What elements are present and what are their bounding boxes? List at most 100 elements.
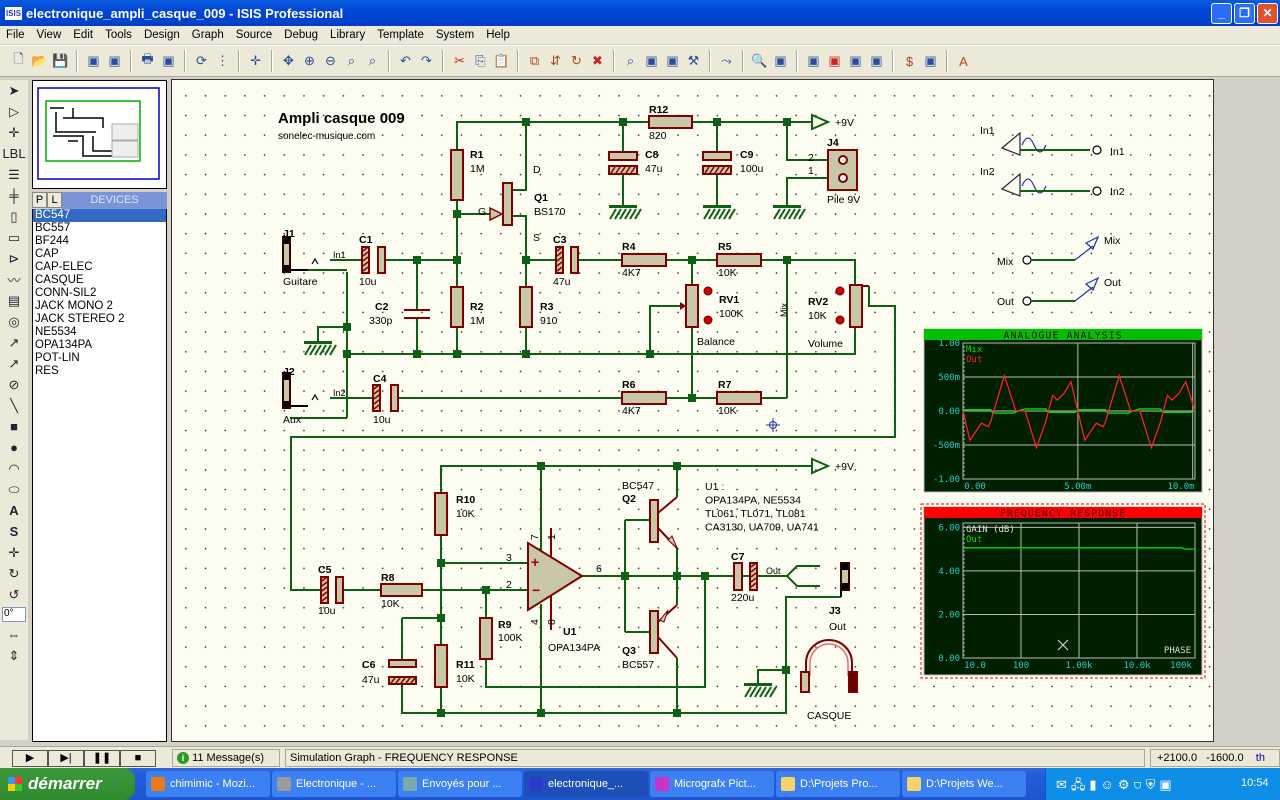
search-tag-icon[interactable]: 🔍 <box>750 52 769 71</box>
junction-dot[interactable] <box>783 118 791 126</box>
c6-plate[interactable] <box>388 659 417 668</box>
stop-button[interactable]: ■ <box>120 750 156 767</box>
remove-sheet-icon[interactable]: ▣ <box>825 52 844 71</box>
resistor-r8[interactable] <box>380 583 423 597</box>
resistor-r12[interactable] <box>648 115 693 129</box>
c7-plate[interactable] <box>733 562 743 591</box>
pick-device-icon[interactable]: ⌕ <box>621 52 640 71</box>
junction-dot[interactable] <box>673 462 681 470</box>
q1-mosfet[interactable] <box>502 182 513 226</box>
device-item[interactable]: BC547 <box>33 209 166 222</box>
taskbar-item[interactable]: Envoyés pour ... <box>398 771 522 797</box>
text-script-icon[interactable]: ☰ <box>3 165 25 185</box>
electrical-rule-check-icon[interactable]: ▣ <box>921 52 940 71</box>
junction-dot[interactable] <box>619 118 627 126</box>
virtual-instruments-icon[interactable]: ⊘ <box>3 375 25 395</box>
redo-icon[interactable]: ↷ <box>417 52 436 71</box>
power-terminal-icon[interactable] <box>811 113 831 131</box>
device-item[interactable]: CASQUE <box>33 274 166 287</box>
rv2-potentiometer[interactable] <box>849 284 863 328</box>
device-item[interactable]: CONN-SIL2 <box>33 287 166 300</box>
resistor-r5[interactable] <box>716 253 762 267</box>
messages-indicator[interactable]: i 11 Message(s) <box>172 749 280 767</box>
menu-tools[interactable]: Tools <box>99 29 138 41</box>
in2-generator-icon[interactable] <box>1000 172 1102 197</box>
junction-dot[interactable] <box>343 350 351 358</box>
junction-dot[interactable] <box>673 709 681 717</box>
circle-icon[interactable]: ● <box>3 438 25 458</box>
taskbar-item[interactable]: Micrografx Pict... <box>650 771 774 797</box>
path-icon[interactable]: ⬭ <box>3 480 25 500</box>
junction-dot[interactable] <box>537 462 545 470</box>
menu-edit[interactable]: Edit <box>67 29 99 41</box>
print-icon[interactable]: 🖶 <box>138 51 157 71</box>
device-item[interactable]: OPA134PA <box>33 339 166 352</box>
tape-recorder-icon[interactable]: ▤ <box>3 291 25 311</box>
goto-sheet-icon[interactable]: ▣ <box>846 52 865 71</box>
wire[interactable] <box>786 177 828 205</box>
wire[interactable] <box>317 326 347 341</box>
symbol-icon[interactable]: S <box>3 522 25 542</box>
c8-plate[interactable] <box>608 151 638 161</box>
menu-graph[interactable]: Graph <box>186 29 230 41</box>
c4-plate[interactable] <box>390 384 399 412</box>
tray-icons[interactable]: ✉🖧▮☺⚙⛉⛨▣ <box>1056 776 1176 798</box>
junction-dot[interactable] <box>343 323 351 331</box>
legend-out[interactable]: Out <box>966 535 982 545</box>
menu-system[interactable]: System <box>430 29 480 41</box>
mix-voltage-probe-icon[interactable] <box>1022 235 1100 265</box>
wire-label-icon[interactable]: LBL <box>2 144 25 164</box>
open-icon[interactable]: 📂 <box>30 52 49 71</box>
bill-of-materials-icon[interactable]: $ <box>900 52 919 71</box>
box-icon[interactable]: ■ <box>3 417 25 437</box>
taskbar-item[interactable]: Electronique - ... <box>272 771 396 797</box>
export-sheet-icon[interactable]: ▣ <box>867 52 886 71</box>
headphones-icon[interactable] <box>800 639 858 693</box>
library-manager-button[interactable]: L <box>47 192 62 208</box>
legend-mix[interactable]: Mix <box>966 345 983 355</box>
text-icon[interactable]: A <box>3 501 25 521</box>
device-item[interactable]: NE5534 <box>33 326 166 339</box>
mirror-y-icon[interactable]: ⇕ <box>3 646 25 666</box>
menu-source[interactable]: Source <box>230 29 278 41</box>
minimize-button[interactable]: _ <box>1211 3 1232 24</box>
mirror-x-icon[interactable]: ⇔ <box>3 625 25 645</box>
in1-generator-icon[interactable] <box>1000 131 1102 156</box>
ground-icon[interactable] <box>609 205 642 220</box>
junction-dot[interactable] <box>437 614 445 622</box>
component-mode-icon[interactable]: ▷ <box>3 102 25 122</box>
bus-icon[interactable]: ╪ <box>3 186 25 206</box>
device-item[interactable]: RES <box>33 365 166 378</box>
c1-plate[interactable] <box>377 246 386 274</box>
taskbar-item[interactable]: D:\Projets Pro... <box>776 771 900 797</box>
wire-autorouter-icon[interactable]: ⤳ <box>717 52 736 71</box>
menu-debug[interactable]: Debug <box>278 29 324 41</box>
resistor-r3[interactable] <box>519 286 533 328</box>
redraw-icon[interactable]: ⟳ <box>192 52 211 71</box>
property-assignment-icon[interactable]: ▣ <box>771 52 790 71</box>
pot-terminal-icon[interactable] <box>703 286 713 296</box>
junction-dot[interactable] <box>688 394 696 402</box>
menu-library[interactable]: Library <box>324 29 371 41</box>
ground-icon[interactable] <box>703 205 736 220</box>
block-rotate-icon[interactable]: ↻ <box>567 52 586 71</box>
new-sheet-icon[interactable]: ▣ <box>804 52 823 71</box>
wire[interactable] <box>512 122 527 191</box>
ground-icon[interactable] <box>304 341 337 356</box>
subcircuit-icon[interactable]: ▯ <box>3 207 25 227</box>
menu-help[interactable]: Help <box>480 29 516 41</box>
rv1-potentiometer[interactable] <box>685 284 699 328</box>
selection-mode-icon[interactable]: ➤ <box>3 81 25 101</box>
pot-terminal-icon[interactable] <box>835 315 845 325</box>
junction-dot[interactable] <box>453 256 461 264</box>
device-item[interactable]: JACK MONO 2 <box>33 300 166 313</box>
q2-transistor[interactable] <box>649 499 659 543</box>
menu-template[interactable]: Template <box>371 29 430 41</box>
grid-toggle-icon[interactable]: ⋮ <box>213 52 232 71</box>
paste-icon[interactable]: 📋 <box>492 52 511 71</box>
c9-plate[interactable] <box>702 151 732 161</box>
wire[interactable] <box>757 669 786 683</box>
junction-dot[interactable] <box>482 586 490 594</box>
cut-icon[interactable]: ✂ <box>450 52 469 71</box>
junction-dot[interactable] <box>413 256 421 264</box>
